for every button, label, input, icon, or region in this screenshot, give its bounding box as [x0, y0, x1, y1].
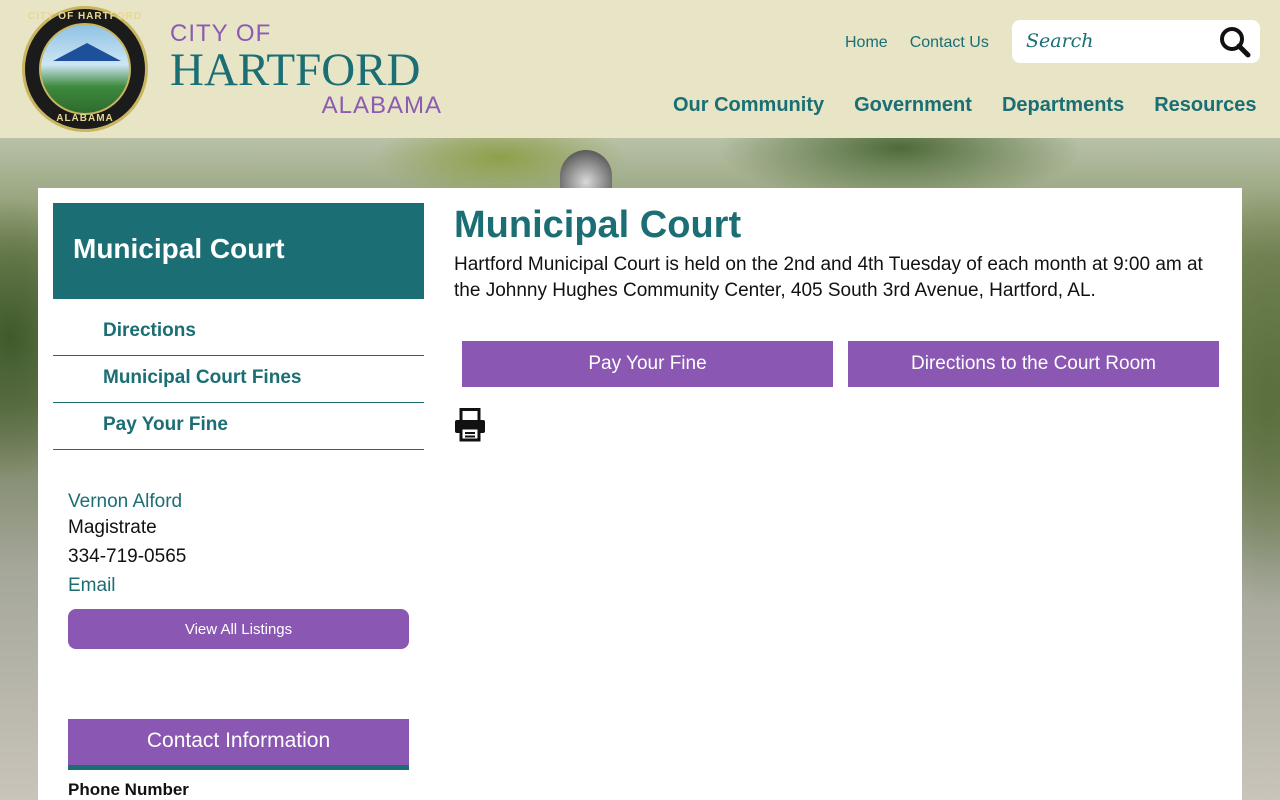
home-link[interactable]: Home	[845, 34, 888, 56]
phone-number-label: Phone Number	[68, 780, 189, 799]
seal-top-text: CITY OF HARTFORD	[27, 11, 143, 22]
sidebar-item-municipal-court-fines[interactable]: Municipal Court Fines	[53, 356, 424, 403]
content-panel: Municipal Court Directions Municipal Cou…	[38, 188, 1242, 800]
search-icon	[1220, 27, 1251, 58]
contact-email-link[interactable]: Email	[68, 572, 409, 600]
staff-contact-card: Vernon Alford Magistrate 334-719-0565 Em…	[68, 490, 409, 600]
sidebar-title: Municipal Court	[53, 203, 424, 299]
seal-bottom-text: ALABAMA	[56, 113, 114, 124]
search-input[interactable]	[1026, 26, 1212, 56]
brand-name: HARTFORD	[170, 44, 421, 96]
seal-gazebo-image	[39, 23, 131, 115]
site-header: CITY OF HARTFORD ALABAMA CITY OF HARTFOR…	[0, 0, 1280, 138]
view-all-listings-button[interactable]: View All Listings	[68, 609, 409, 649]
directions-to-court-room-button[interactable]: Directions to the Court Room	[848, 341, 1219, 387]
utility-nav: Home Contact Us	[845, 34, 989, 56]
page-description: Hartford Municipal Court is held on the …	[454, 254, 1203, 301]
search-box	[1012, 20, 1260, 63]
site-brand[interactable]: CITY OF HARTFORD ALABAMA	[170, 20, 450, 120]
nav-government[interactable]: Government	[854, 94, 972, 122]
contact-information-header: Contact Information	[68, 719, 409, 770]
printer-icon	[455, 408, 485, 442]
sidebar-item-directions[interactable]: Directions	[53, 309, 424, 356]
contact-name[interactable]: Vernon Alford	[68, 490, 409, 514]
sidebar-menu: Directions Municipal Court Fines Pay You…	[53, 309, 424, 450]
page-title: Municipal Court	[454, 204, 742, 246]
nav-departments[interactable]: Departments	[1002, 94, 1124, 122]
contact-phone: 334-719-0565	[68, 546, 187, 567]
main-nav: Our Community Government Departments Res…	[673, 94, 1256, 122]
search-button[interactable]	[1218, 26, 1252, 58]
nav-our-community[interactable]: Our Community	[673, 94, 824, 122]
city-seal-logo[interactable]: CITY OF HARTFORD ALABAMA	[22, 6, 148, 132]
pay-your-fine-button[interactable]: Pay Your Fine	[462, 341, 833, 387]
print-button[interactable]	[454, 408, 486, 442]
brand-state: ALABAMA	[321, 92, 442, 119]
sidebar-item-pay-your-fine[interactable]: Pay Your Fine	[53, 403, 424, 450]
nav-resources[interactable]: Resources	[1154, 94, 1256, 122]
seal-gazebo-roof	[53, 43, 121, 61]
contact-us-link[interactable]: Contact Us	[910, 34, 989, 56]
contact-title: Magistrate	[68, 517, 157, 538]
